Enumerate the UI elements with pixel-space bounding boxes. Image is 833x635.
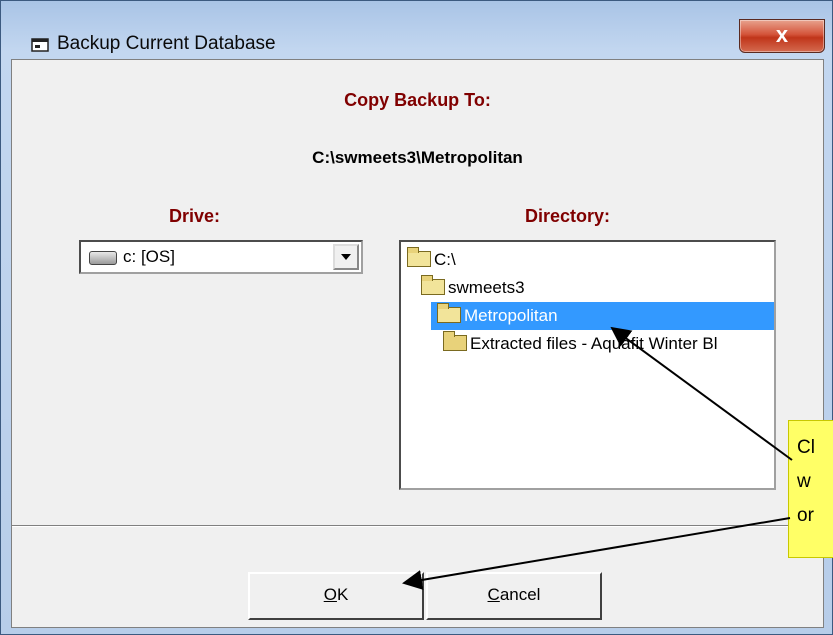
annotation-arrows	[402, 326, 793, 590]
arrow-to-metropolitan	[610, 326, 793, 461]
arrow-to-ok-button	[402, 517, 791, 590]
